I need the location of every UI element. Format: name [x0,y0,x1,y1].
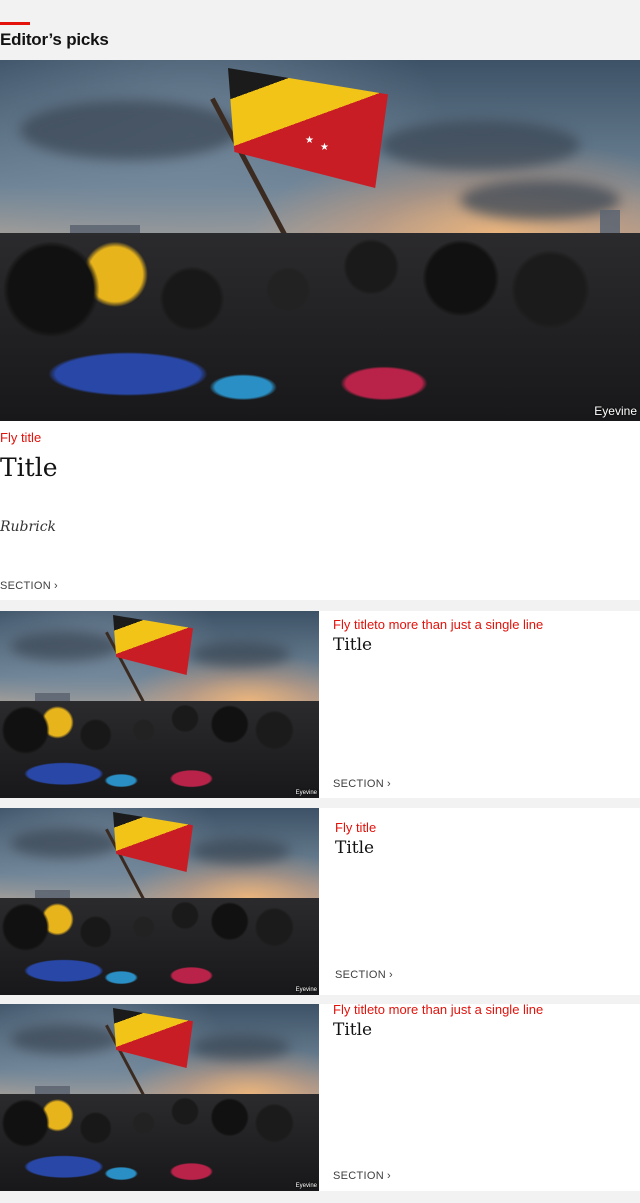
article-title[interactable]: Title [0,453,58,482]
image-credit: Eyevine [295,790,317,796]
article-title[interactable]: Title [333,1020,372,1040]
editors-picks-header: Editor’s picks [0,0,640,60]
article-rubric: Rubrick [0,519,57,535]
hero-image[interactable]: ★ ★ Eyevine [0,60,640,421]
section-link[interactable]: SECTION › [333,778,391,790]
section-link[interactable]: SECTION › [335,969,393,981]
article-card[interactable]: Eyevine Fly titleto more than just a sin… [0,1002,640,1191]
article-title[interactable]: Title [333,635,372,655]
chevron-right-icon: › [54,580,58,592]
image-credit: Eyevine [295,987,317,993]
article-card[interactable]: Eyevine Fly titleto more than just a sin… [0,611,640,798]
card-image[interactable]: Eyevine [0,1004,319,1191]
image-credit: Eyevine [594,404,637,418]
section-link[interactable]: SECTION › [333,1170,391,1182]
fly-title[interactable]: Fly title [0,430,41,445]
chevron-right-icon: › [387,778,391,790]
fly-title[interactable]: Fly titleto more than just a single line [333,617,543,632]
chevron-right-icon: › [389,969,393,981]
fly-title[interactable]: Fly titleto more than just a single line [333,1002,543,1017]
article-title[interactable]: Title [335,838,374,858]
section-link[interactable]: SECTION › [0,580,58,592]
card-image[interactable]: Eyevine [0,611,319,798]
lead-article[interactable]: Fly title Title Rubrick SECTION › [0,421,640,600]
section-heading: Editor’s picks [0,30,109,49]
article-card[interactable]: Eyevine Fly title Title SECTION › [0,808,640,995]
image-credit: Eyevine [295,1183,317,1189]
accent-bar [0,22,30,25]
chevron-right-icon: › [387,1170,391,1182]
fly-title[interactable]: Fly title [335,820,376,835]
card-image[interactable]: Eyevine [0,808,319,995]
